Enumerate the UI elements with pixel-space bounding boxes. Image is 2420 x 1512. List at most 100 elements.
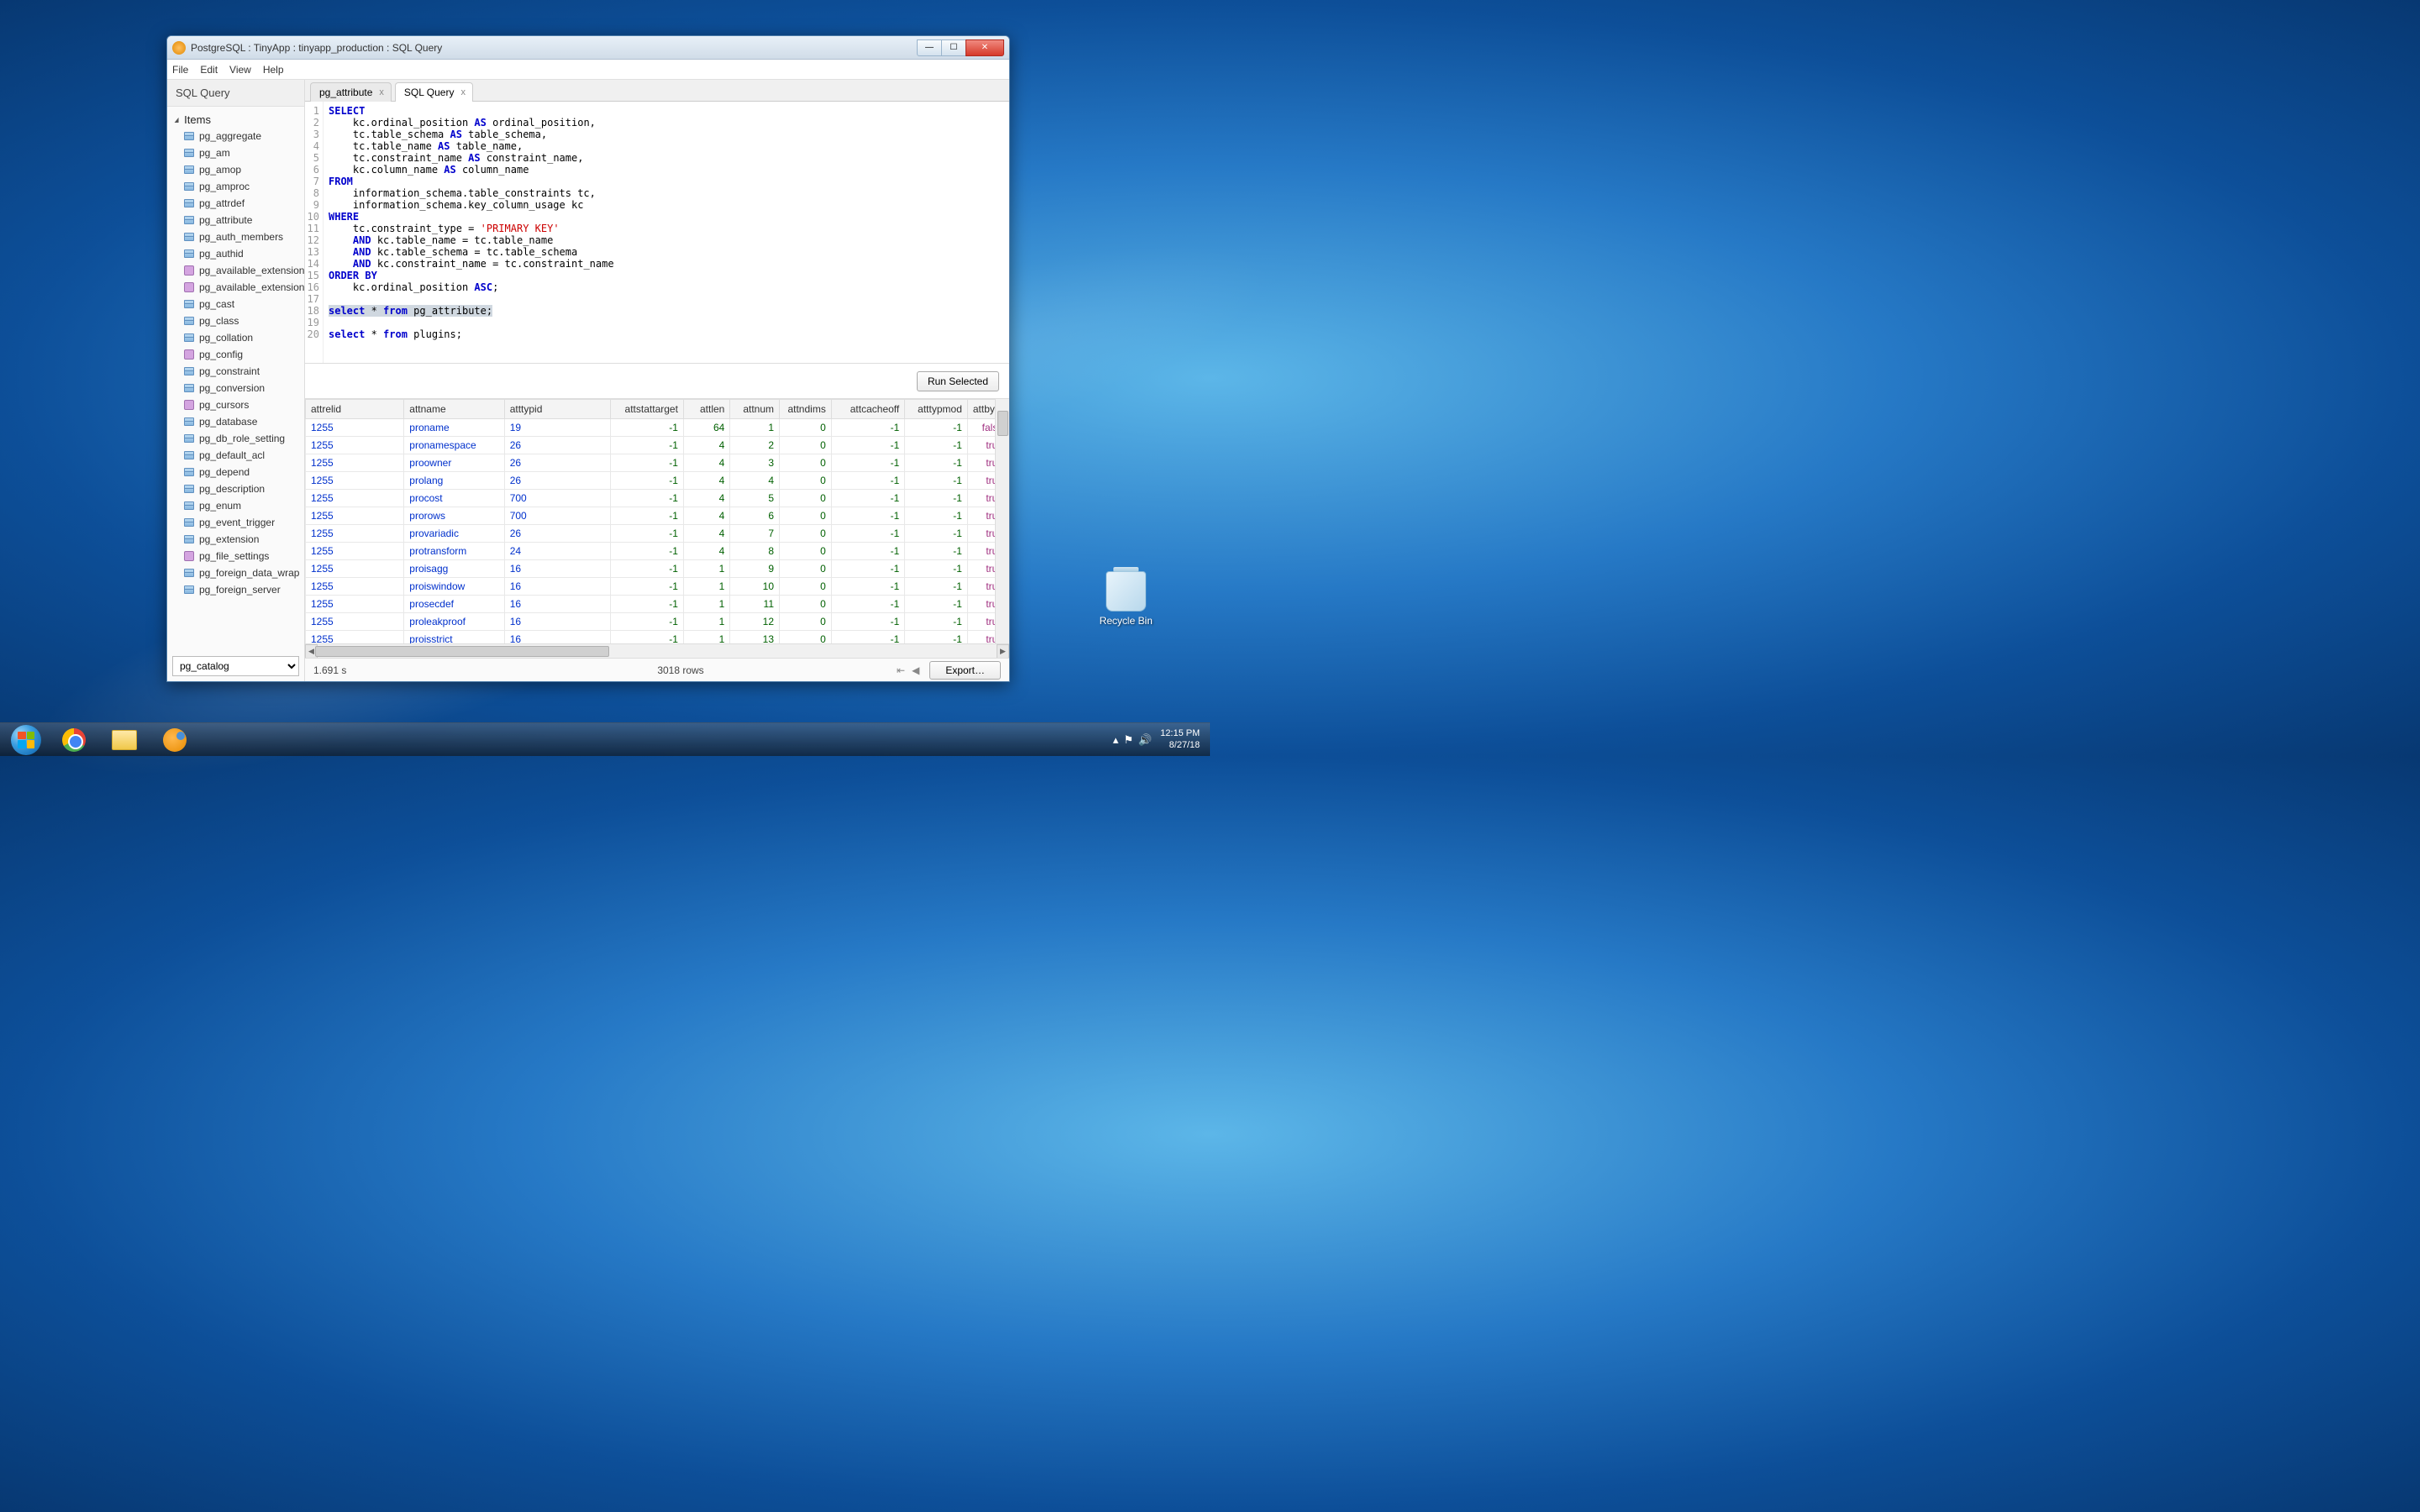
table-cell: -1 bbox=[610, 437, 683, 454]
sidebar-item[interactable]: pg_attrdef bbox=[167, 195, 304, 212]
column-header[interactable]: atttypid bbox=[504, 400, 610, 419]
sidebar-item[interactable]: pg_amop bbox=[167, 161, 304, 178]
view-icon bbox=[184, 282, 194, 292]
sidebar-item[interactable]: pg_extension bbox=[167, 531, 304, 548]
table-cell: -1 bbox=[831, 631, 904, 644]
schema-select[interactable]: pg_catalog bbox=[172, 656, 299, 676]
sidebar-item-label: pg_extension bbox=[199, 533, 259, 545]
table-row[interactable]: 1255procost700-1450-1-1true bbox=[306, 490, 1009, 507]
run-selected-button[interactable]: Run Selected bbox=[917, 371, 999, 391]
tree-root-label[interactable]: Items bbox=[167, 112, 304, 128]
column-header[interactable]: attstattarget bbox=[610, 400, 683, 419]
menu-view[interactable]: View bbox=[229, 64, 251, 76]
table-row[interactable]: 1255provariadic26-1470-1-1true bbox=[306, 525, 1009, 543]
sidebar-item[interactable]: pg_available_extension bbox=[167, 279, 304, 296]
column-header[interactable]: atttypmod bbox=[905, 400, 968, 419]
sidebar-item[interactable]: pg_cast bbox=[167, 296, 304, 312]
table-cell: -1 bbox=[905, 543, 968, 560]
first-page-icon[interactable]: ⇤ bbox=[897, 664, 905, 676]
sidebar-item[interactable]: pg_constraint bbox=[167, 363, 304, 380]
sidebar-item[interactable]: pg_file_settings bbox=[167, 548, 304, 564]
table-cell: 19 bbox=[504, 419, 610, 437]
table-cell: 4 bbox=[730, 472, 780, 490]
results-horizontal-scrollbar[interactable]: ◀ ▶ bbox=[305, 643, 1009, 658]
sidebar-item[interactable]: pg_aggregate bbox=[167, 128, 304, 144]
tab-close-icon[interactable]: x bbox=[379, 87, 384, 97]
sidebar-item[interactable]: pg_foreign_server bbox=[167, 581, 304, 598]
sql-editor[interactable]: SELECT kc.ordinal_position AS ordinal_po… bbox=[324, 102, 1009, 363]
table-row[interactable]: 1255prosecdef16-11110-1-1true bbox=[306, 596, 1009, 613]
table-row[interactable]: 1255proleakproof16-11120-1-1true bbox=[306, 613, 1009, 631]
recycle-bin[interactable]: Recycle Bin bbox=[1092, 571, 1160, 627]
column-header[interactable]: attnum bbox=[730, 400, 780, 419]
table-row[interactable]: 1255protransform24-1480-1-1true bbox=[306, 543, 1009, 560]
minimize-button[interactable]: — bbox=[917, 39, 942, 56]
sidebar-item[interactable]: pg_default_acl bbox=[167, 447, 304, 464]
prev-page-icon[interactable]: ◀ bbox=[912, 664, 919, 676]
sidebar-item[interactable]: pg_foreign_data_wrap bbox=[167, 564, 304, 581]
sidebar-item-label: pg_event_trigger bbox=[199, 517, 275, 528]
column-header[interactable]: attndims bbox=[780, 400, 832, 419]
view-icon bbox=[184, 265, 194, 276]
sidebar-item[interactable]: pg_class bbox=[167, 312, 304, 329]
column-header[interactable]: attlen bbox=[683, 400, 729, 419]
h-scroll-right[interactable]: ▶ bbox=[997, 644, 1009, 658]
sidebar-item[interactable]: pg_description bbox=[167, 480, 304, 497]
clock[interactable]: 12:15 PM 8/27/18 bbox=[1160, 728, 1200, 750]
sidebar-item[interactable]: pg_amproc bbox=[167, 178, 304, 195]
recycle-bin-label: Recycle Bin bbox=[1092, 615, 1160, 627]
column-header[interactable]: attrelid bbox=[306, 400, 404, 419]
sidebar-item[interactable]: pg_event_trigger bbox=[167, 514, 304, 531]
table-row[interactable]: 1255pronamespace26-1420-1-1true bbox=[306, 437, 1009, 454]
sidebar-item-label: pg_cast bbox=[199, 298, 234, 310]
export-button[interactable]: Export… bbox=[929, 661, 1001, 680]
sidebar-item[interactable]: pg_authid bbox=[167, 245, 304, 262]
sidebar-item[interactable]: pg_config bbox=[167, 346, 304, 363]
table-cell: 24 bbox=[504, 543, 610, 560]
column-header[interactable]: attname bbox=[404, 400, 504, 419]
v-scroll-thumb[interactable] bbox=[997, 411, 1008, 436]
sidebar-item[interactable]: pg_collation bbox=[167, 329, 304, 346]
table-row[interactable]: 1255proname19-16410-1-1false bbox=[306, 419, 1009, 437]
sidebar-item[interactable]: pg_database bbox=[167, 413, 304, 430]
table-cell: 0 bbox=[780, 472, 832, 490]
sidebar-item[interactable]: pg_conversion bbox=[167, 380, 304, 396]
taskbar-explorer[interactable] bbox=[100, 725, 149, 755]
menu-edit[interactable]: Edit bbox=[200, 64, 218, 76]
maximize-button[interactable]: ☐ bbox=[941, 39, 966, 56]
table-row[interactable]: 1255proowner26-1430-1-1true bbox=[306, 454, 1009, 472]
sidebar-item[interactable]: pg_available_extension bbox=[167, 262, 304, 279]
start-button[interactable] bbox=[3, 724, 49, 756]
titlebar[interactable]: PostgreSQL : TinyApp : tinyapp_productio… bbox=[167, 36, 1009, 60]
sidebar-item[interactable]: pg_depend bbox=[167, 464, 304, 480]
sidebar-item[interactable]: pg_cursors bbox=[167, 396, 304, 413]
sidebar-item[interactable]: pg_enum bbox=[167, 497, 304, 514]
tab-label: SQL Query bbox=[404, 87, 455, 98]
volume-icon[interactable]: 🔊 bbox=[1139, 733, 1152, 747]
close-button[interactable]: ✕ bbox=[965, 39, 1004, 56]
table-row[interactable]: 1255proisagg16-1190-1-1true bbox=[306, 560, 1009, 578]
menu-help[interactable]: Help bbox=[263, 64, 284, 76]
table-cell: proiswindow bbox=[404, 578, 504, 596]
tab-close-icon[interactable]: x bbox=[460, 87, 466, 97]
sidebar-item[interactable]: pg_am bbox=[167, 144, 304, 161]
table-row[interactable]: 1255prolang26-1440-1-1true bbox=[306, 472, 1009, 490]
h-scroll-thumb[interactable] bbox=[315, 646, 609, 657]
menubar: File Edit View Help bbox=[167, 60, 1009, 80]
sidebar-item[interactable]: pg_db_role_setting bbox=[167, 430, 304, 447]
table-row[interactable]: 1255proisstrict16-11130-1-1true bbox=[306, 631, 1009, 644]
window-controls: — ☐ ✕ bbox=[918, 39, 1004, 56]
show-hidden-icons-icon[interactable]: ▴ bbox=[1113, 733, 1119, 747]
results-vertical-scrollbar[interactable] bbox=[995, 399, 1009, 643]
action-center-icon[interactable]: ⚑ bbox=[1123, 733, 1134, 747]
sidebar-item[interactable]: pg_auth_members bbox=[167, 228, 304, 245]
menu-file[interactable]: File bbox=[172, 64, 188, 76]
taskbar-chrome[interactable] bbox=[50, 725, 98, 755]
sidebar-item[interactable]: pg_attribute bbox=[167, 212, 304, 228]
table-row[interactable]: 1255prorows700-1460-1-1true bbox=[306, 507, 1009, 525]
tab[interactable]: pg_attributex bbox=[310, 82, 392, 102]
taskbar-tinyapp[interactable] bbox=[150, 725, 199, 755]
table-row[interactable]: 1255proiswindow16-11100-1-1true bbox=[306, 578, 1009, 596]
tab[interactable]: SQL Query x bbox=[395, 82, 473, 102]
column-header[interactable]: attcacheoff bbox=[831, 400, 904, 419]
